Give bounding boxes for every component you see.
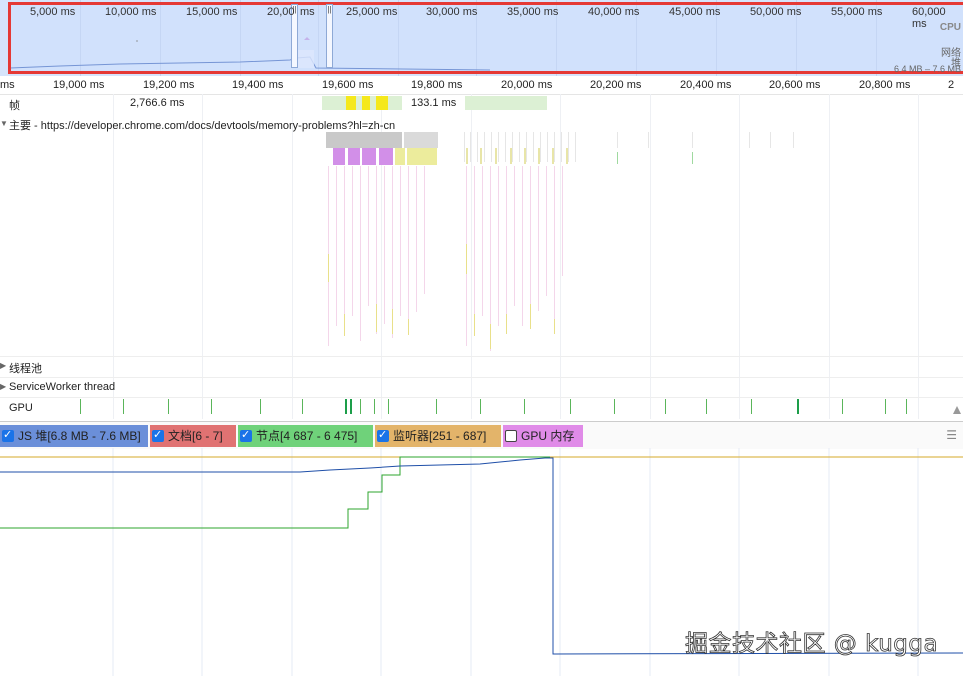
frame-block-partial[interactable]	[346, 96, 356, 110]
nodes-series	[0, 456, 550, 529]
memory-counters-bar: JS 堆[6.8 MB - 7.6 MB] 文档[6 - 7] 节点[4 687…	[0, 421, 963, 449]
overview-tick: 15,000 ms	[186, 6, 238, 18]
counter-gpu-memory[interactable]: GPU 内存	[503, 425, 583, 447]
frame-block-partial[interactable]	[362, 96, 370, 110]
ruler-tick: 2	[948, 79, 955, 91]
overview-tick: 45,000 ms	[669, 6, 721, 18]
counter-listeners[interactable]: 监听器[251 - 687]	[375, 424, 501, 447]
frame-duration[interactable]: 133.1 ms	[411, 97, 456, 109]
overview-tick: 25,000 ms	[346, 6, 398, 18]
ruler-tick: 19,000 ms	[53, 79, 105, 91]
overview-tick: 35,000 ms	[507, 6, 559, 18]
ruler-tick: 19,800 ms	[411, 79, 463, 91]
overview-tick: 20,00	[267, 6, 295, 18]
gpu-track[interactable]: GPU	[0, 397, 963, 419]
ruler-tick: 20,000 ms	[501, 79, 553, 91]
frame-duration[interactable]: 2,766.6 ms	[130, 97, 184, 109]
counter-label: 节点[4 687 - 6 475]	[256, 429, 358, 443]
counter-documents[interactable]: 文档[6 - 7]	[150, 424, 236, 447]
frame-block[interactable]	[465, 96, 547, 110]
counter-label: JS 堆[6.8 MB - 7.6 MB]	[18, 429, 141, 443]
checkbox-gpu-memory[interactable]	[505, 430, 517, 442]
flame-chart[interactable]	[0, 114, 963, 354]
gpu-label: GPU	[9, 402, 33, 414]
frame-block-partial[interactable]	[376, 96, 388, 110]
serviceworker-track[interactable]: ▶ ServiceWorker thread	[0, 377, 963, 396]
expand-icon[interactable]: ▶	[0, 382, 6, 391]
checkbox-js-heap[interactable]	[2, 424, 14, 446]
overview-tick: 10,000 ms	[105, 6, 157, 18]
overview-tick: 5,000 ms	[30, 6, 76, 18]
timeline-overview[interactable]: || || 5,000 ms 10,000 ms 15,000 ms 20,00…	[0, 0, 963, 76]
checkbox-nodes[interactable]	[240, 424, 252, 446]
overview-tick: 40,000 ms	[588, 6, 640, 18]
watermark-text: 掘金技术社区 @ kugga	[685, 631, 939, 658]
ruler-tick: 20,800 ms	[859, 79, 911, 91]
time-ruler: ms 19,000 ms 19,200 ms 19,400 ms 19,600 …	[0, 76, 963, 95]
counter-nodes[interactable]: 节点[4 687 - 6 475]	[238, 424, 373, 447]
ruler-tick: 20,600 ms	[769, 79, 821, 91]
checkbox-listeners[interactable]	[377, 424, 389, 446]
frames-track-label: 帧	[9, 100, 20, 112]
heap-range-label: 6.4 MB – 7.6 MB	[893, 64, 961, 74]
overview-tick: ms	[300, 6, 315, 18]
menu-icon[interactable]: ☰	[946, 428, 957, 442]
ruler-tick: 20,400 ms	[680, 79, 732, 91]
thread-pool-track[interactable]: ▶ 线程池	[0, 356, 963, 375]
ruler-tick: 19,600 ms	[322, 79, 374, 91]
counter-label: GPU 内存	[521, 429, 575, 443]
checkbox-documents[interactable]	[152, 424, 164, 446]
ruler-tick: 20,200 ms	[590, 79, 642, 91]
overview-tick: 30,000 ms	[426, 6, 478, 18]
serviceworker-label: ServiceWorker thread	[9, 381, 116, 393]
main-thread-track[interactable]: ▼ 主要 - https://developer.chrome.com/docs…	[0, 114, 963, 354]
ruler-tick: 19,200 ms	[143, 79, 195, 91]
frames-track[interactable]: 帧 2,766.6 ms 133.1 ms	[0, 95, 963, 112]
ruler-tick: ms	[0, 79, 15, 91]
thread-pool-label: 线程池	[9, 363, 42, 375]
cpu-label: CPU	[939, 22, 961, 33]
scroll-up-icon[interactable]	[953, 406, 961, 414]
counter-js-heap[interactable]: JS 堆[6.8 MB - 7.6 MB]	[0, 424, 148, 447]
right-selection-handle[interactable]: ||	[326, 4, 333, 68]
overview-tick: 50,000 ms	[750, 6, 802, 18]
overview-tick: 55,000 ms	[831, 6, 883, 18]
counter-label: 监听器[251 - 687]	[393, 429, 487, 443]
counter-label: 文档[6 - 7]	[168, 429, 223, 443]
ruler-tick: 19,400 ms	[232, 79, 284, 91]
expand-icon[interactable]: ▶	[0, 361, 6, 370]
